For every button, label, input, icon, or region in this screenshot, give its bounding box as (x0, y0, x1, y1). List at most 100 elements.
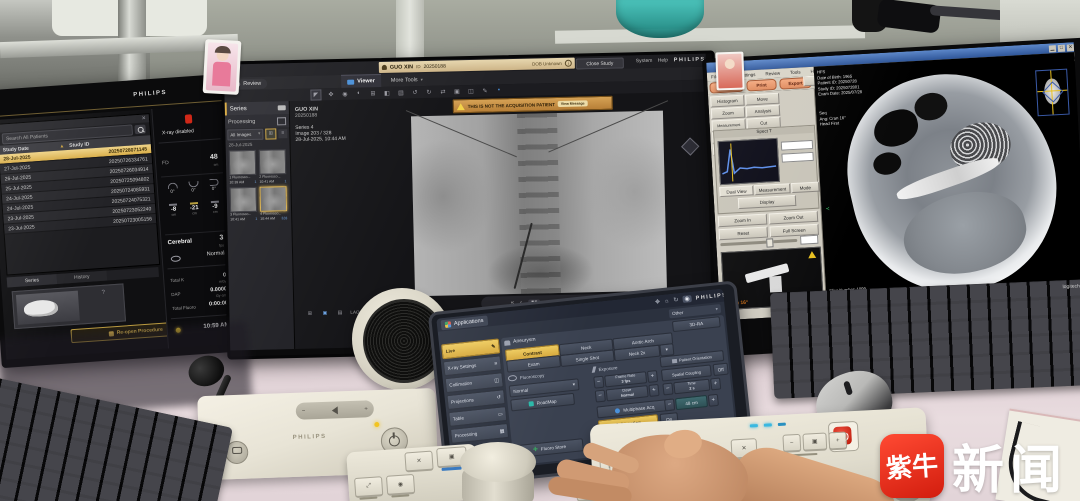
orientation-compass-icon[interactable] (681, 137, 699, 155)
stack-icon[interactable]: ▤ (396, 88, 405, 97)
sliders-icon: ≡ (494, 360, 498, 366)
snapshot-icon[interactable]: ◫ (466, 86, 475, 95)
crop-icon[interactable]: ▣ (452, 87, 461, 96)
sinus-blob (870, 106, 922, 150)
nav-processing[interactable]: Processing▦ (450, 423, 509, 444)
menu-review[interactable]: Review (765, 71, 780, 77)
plus-button[interactable]: + (647, 370, 658, 383)
viewer-icon (347, 79, 354, 84)
close-icon[interactable]: ✕ (142, 115, 147, 121)
patient-key[interactable]: ◉ (386, 474, 415, 496)
brightness-icon[interactable]: ☼ (664, 298, 670, 305)
tool-histogram[interactable]: Histogram (710, 95, 745, 108)
resize-key[interactable]: ⤢ (354, 476, 383, 498)
zoom-out-button[interactable]: Zoom Out (769, 211, 819, 225)
dose-value: DoseNormal (606, 385, 649, 401)
annotate-icon[interactable]: ✎ (480, 86, 489, 95)
window-level-icon[interactable]: ◐ (354, 89, 363, 98)
tool-analysis[interactable]: Analysis (746, 105, 781, 118)
image-filter-dropdown[interactable]: All Images ▾ (227, 128, 263, 140)
minus-button[interactable]: − (662, 382, 673, 395)
image-small-icon[interactable]: ▣ (320, 308, 329, 317)
info-icon[interactable]: i (565, 60, 572, 67)
cine-small-icon[interactable]: ▤ (335, 308, 344, 317)
zoom-in-button[interactable]: Zoom In (718, 214, 768, 228)
move-icon[interactable]: ✥ (655, 298, 661, 305)
view-message-button[interactable]: View Message (558, 100, 588, 107)
field-key[interactable]: ▣ (802, 432, 827, 451)
system-menu[interactable]: System (636, 58, 653, 64)
control-room-scene: PHILIPS ✕ Search All Patients Study Date… (0, 0, 1080, 501)
display-button[interactable]: Display (738, 195, 797, 209)
ct-viewport[interactable]: HFS Date of Birth: 1965 Patient ID: 2025… (814, 52, 1080, 314)
plus-key[interactable]: + (828, 431, 847, 450)
list-view-icon[interactable]: ≡ (278, 129, 287, 138)
tab-measurement[interactable]: Measurement (754, 183, 791, 195)
flip-icon[interactable]: ⇄ (438, 87, 447, 96)
pointer-icon[interactable]: ◤ (310, 89, 321, 100)
volume-down-icon[interactable]: − (302, 408, 306, 414)
coupling-state-button[interactable]: Off (713, 363, 729, 377)
field-size-value[interactable]: 48 cm (675, 395, 708, 410)
split-icon[interactable]: ◧ (382, 88, 391, 97)
tool-move[interactable]: Move (745, 93, 780, 106)
maximize-icon[interactable]: □ (1058, 44, 1065, 51)
collimator-close-key[interactable]: ✕ (404, 451, 433, 473)
pan-icon[interactable]: ✥ (326, 90, 335, 99)
wire-line (406, 110, 517, 157)
user-icon[interactable]: ◉ (682, 295, 692, 303)
led-indicator (778, 423, 786, 426)
localizer-thumbnail[interactable] (1035, 69, 1070, 117)
led-row (750, 423, 786, 428)
tab-mode[interactable]: Mode (791, 182, 820, 194)
menu-tools[interactable]: Tools (790, 69, 801, 75)
minus-button[interactable]: − (593, 376, 604, 389)
tab-series[interactable]: Series (7, 274, 58, 287)
marker-icon[interactable]: ▪ (494, 86, 503, 95)
right-monitor-screen: ▁ □ ✕ File View Settings Review Tools He… (706, 42, 1080, 320)
protocol-3dra[interactable]: 3D-RA (672, 316, 721, 332)
minus-key[interactable]: − (782, 434, 801, 453)
minus-button[interactable]: − (595, 390, 606, 403)
close-icon[interactable]: ✕ (1067, 44, 1074, 51)
curve-value-input[interactable] (781, 152, 813, 163)
grid-view-icon[interactable]: ⊞ (265, 128, 276, 139)
rotate-right-icon[interactable]: ↻ (424, 87, 433, 96)
volume-up-icon[interactable]: + (364, 406, 368, 412)
slider-value-box[interactable] (800, 235, 818, 245)
minus-button[interactable]: − (664, 398, 675, 411)
folder-icon (278, 105, 286, 110)
tab-history[interactable]: History (57, 271, 108, 284)
layout-icon[interactable]: ⊞ (368, 89, 377, 98)
rotate-left-icon[interactable]: ↺ (410, 88, 419, 97)
curve-value-input[interactable] (781, 140, 813, 151)
zoom-icon[interactable]: ◉ (340, 89, 349, 98)
scroll-wheel[interactable] (843, 381, 853, 396)
layout-small-icon[interactable]: ⊞ (305, 309, 314, 318)
help-menu[interactable]: Help (658, 57, 668, 63)
plus-button[interactable]: + (708, 394, 719, 407)
xray-status: X-ray disabled (162, 128, 194, 136)
watermark-icon-text: 紫牛 (885, 445, 939, 486)
slider-thumb[interactable] (766, 238, 773, 247)
series-thumb-1[interactable]: 1 Fluorosco...10:39 AM1 (229, 150, 257, 185)
applications-button[interactable]: Applications (440, 315, 487, 330)
rotate-icon[interactable]: ↻ (673, 296, 679, 303)
series-thumb-4-selected[interactable]: 4 Fluorosco...10:44 AM328 (260, 186, 288, 221)
tool-zoom[interactable]: Zoom (711, 107, 746, 120)
plus-button[interactable]: + (710, 377, 721, 390)
series-thumbnail[interactable]: ? (12, 283, 126, 329)
search-icon[interactable] (134, 125, 146, 135)
series-thumb-2[interactable]: 2 Fluorosco...10:41 AM1 (259, 149, 287, 184)
time-value: Time2 s (673, 379, 710, 395)
minimize-icon[interactable]: ▁ (1049, 45, 1056, 52)
more-tools-menu[interactable]: More Tools ▾ (385, 76, 429, 83)
right-keyboard[interactable]: logitech (770, 279, 1080, 399)
tab-dual-view[interactable]: Dual View (719, 185, 754, 197)
series-thumb-3[interactable]: 3 Fluorosco...10:41 AM1 (230, 187, 258, 222)
print-button[interactable]: Print (746, 79, 777, 92)
fluoroscopy-image[interactable] (411, 111, 667, 297)
plus-button[interactable]: + (648, 384, 659, 397)
rotary-knob[interactable] (458, 442, 538, 501)
volume-rocker[interactable]: − + (296, 400, 375, 420)
